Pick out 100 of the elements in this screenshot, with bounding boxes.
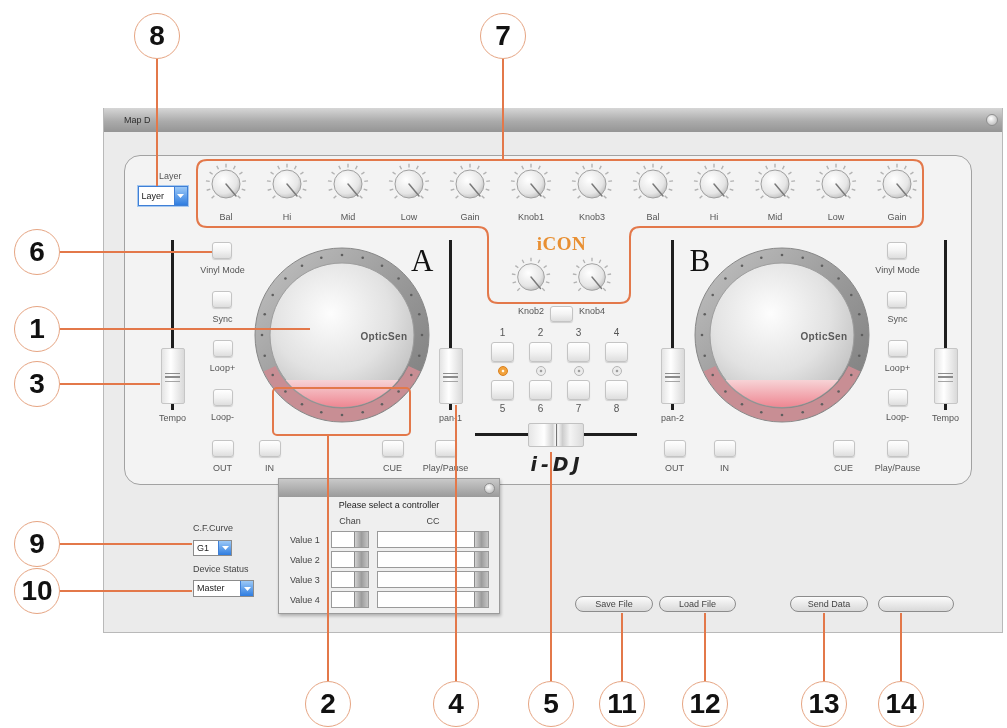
pad-number: 6 — [537, 403, 544, 414]
callout-number: 7 — [480, 13, 526, 59]
chan-field[interactable] — [331, 591, 369, 608]
chan-field[interactable] — [331, 551, 369, 568]
control-button[interactable] — [550, 305, 573, 322]
knob-label: Knob2 — [518, 305, 544, 318]
handle-icon — [474, 532, 488, 547]
pad-button[interactable] — [567, 341, 590, 362]
row-label: Value 1 — [290, 534, 321, 545]
brand-logo: iCON — [536, 234, 587, 253]
pad-button[interactable] — [491, 341, 514, 362]
status-dropdown[interactable]: Master — [193, 580, 254, 597]
cc-field[interactable] — [377, 531, 489, 548]
file-button[interactable]: Save File — [575, 596, 653, 612]
control-button[interactable] — [434, 439, 457, 457]
slider-thumb[interactable] — [160, 347, 185, 404]
handle-icon — [354, 552, 368, 567]
leader-line — [823, 612, 825, 682]
pad-number: 5 — [499, 403, 506, 414]
leader-line — [621, 612, 623, 682]
pad-number: 7 — [575, 403, 582, 414]
knob-label: Knob1 — [518, 212, 544, 222]
knob-label: Mid — [340, 212, 356, 222]
row-label: Value 3 — [290, 574, 321, 585]
knob-label: Knob4 — [579, 305, 605, 318]
layer-dropdown[interactable]: Layer — [137, 186, 188, 206]
crossfader-thumb[interactable] — [528, 422, 584, 447]
slider-label: Tempo — [159, 412, 186, 423]
control-button[interactable] — [212, 290, 233, 308]
chan-field[interactable] — [331, 531, 369, 548]
button-label: OUT — [213, 462, 232, 473]
pad-number: 8 — [613, 403, 620, 414]
pad-button[interactable] — [605, 341, 628, 362]
button-label: OUT — [665, 462, 684, 473]
slider-thumb[interactable] — [438, 347, 463, 404]
file-button[interactable]: Send Data — [790, 596, 868, 612]
setting-label: Device Status — [193, 564, 249, 574]
control-button[interactable] — [832, 439, 855, 457]
cc-field[interactable] — [377, 591, 489, 608]
knob-label: Low — [400, 212, 418, 222]
slider-label: pan-2 — [661, 412, 684, 423]
close-button[interactable] — [986, 114, 998, 126]
knob-label: Gain — [887, 212, 907, 222]
button-label: CUE — [383, 462, 402, 473]
deck-letter: A — [411, 247, 434, 274]
callout-number: 1 — [14, 306, 60, 352]
file-button[interactable]: Load File — [659, 596, 736, 612]
button-label: Loop- — [886, 411, 909, 422]
pad-button[interactable] — [529, 379, 552, 400]
control-button[interactable] — [887, 241, 908, 259]
callout-number: 12 — [682, 681, 728, 727]
control-button[interactable] — [713, 439, 736, 457]
control-button[interactable] — [887, 339, 908, 357]
callout-number: 11 — [599, 681, 645, 727]
callout-number: 2 — [305, 681, 351, 727]
chan-field[interactable] — [331, 571, 369, 588]
row-label: Value 2 — [290, 554, 321, 565]
pad-button[interactable] — [567, 379, 590, 400]
knob-label: Knob3 — [579, 212, 605, 222]
button-label: Loop- — [211, 411, 234, 422]
cc-field[interactable] — [377, 551, 489, 568]
button-label: Loop+ — [209, 362, 236, 373]
pad-number: 4 — [613, 327, 620, 338]
layer-label: Layer — [159, 171, 182, 181]
slider-thumb[interactable] — [660, 347, 685, 404]
pad-button[interactable] — [529, 341, 552, 362]
handle-icon — [354, 572, 368, 587]
knob-label: Hi — [709, 212, 719, 222]
brand-label: OpticSen — [800, 331, 848, 342]
callout-number: 5 — [528, 681, 574, 727]
pad-number: 1 — [499, 327, 506, 338]
control-button[interactable] — [886, 439, 909, 457]
control-button[interactable] — [663, 439, 686, 457]
control-button[interactable] — [258, 439, 281, 457]
control-button[interactable] — [381, 439, 404, 457]
deck-letter: B — [689, 247, 711, 274]
pad-button[interactable] — [491, 379, 514, 400]
slider-thumb[interactable] — [933, 347, 958, 404]
blank-button[interactable] — [878, 596, 954, 612]
control-button[interactable] — [212, 339, 233, 357]
control-button[interactable] — [212, 388, 233, 406]
pad-number: 3 — [575, 327, 582, 338]
pad-button[interactable] — [605, 379, 628, 400]
callout-number: 13 — [801, 681, 847, 727]
button-label: Vinyl Mode — [875, 264, 920, 275]
close-button[interactable] — [484, 482, 495, 494]
curve-dropdown[interactable]: G1 — [193, 540, 232, 556]
control-button[interactable] — [212, 241, 233, 259]
control-button[interactable] — [887, 290, 908, 308]
slider-label: Tempo — [932, 412, 959, 423]
handle-icon — [474, 572, 488, 587]
window-title: Map D — [124, 114, 151, 126]
control-button[interactable] — [887, 388, 908, 406]
control-button[interactable] — [211, 439, 234, 457]
handle-icon — [474, 592, 488, 607]
button-label: Sync — [887, 313, 908, 324]
handle-icon — [354, 532, 368, 547]
button-label: IN — [265, 462, 274, 473]
setting-label: C.F.Curve — [193, 523, 233, 533]
cc-field[interactable] — [377, 571, 489, 588]
